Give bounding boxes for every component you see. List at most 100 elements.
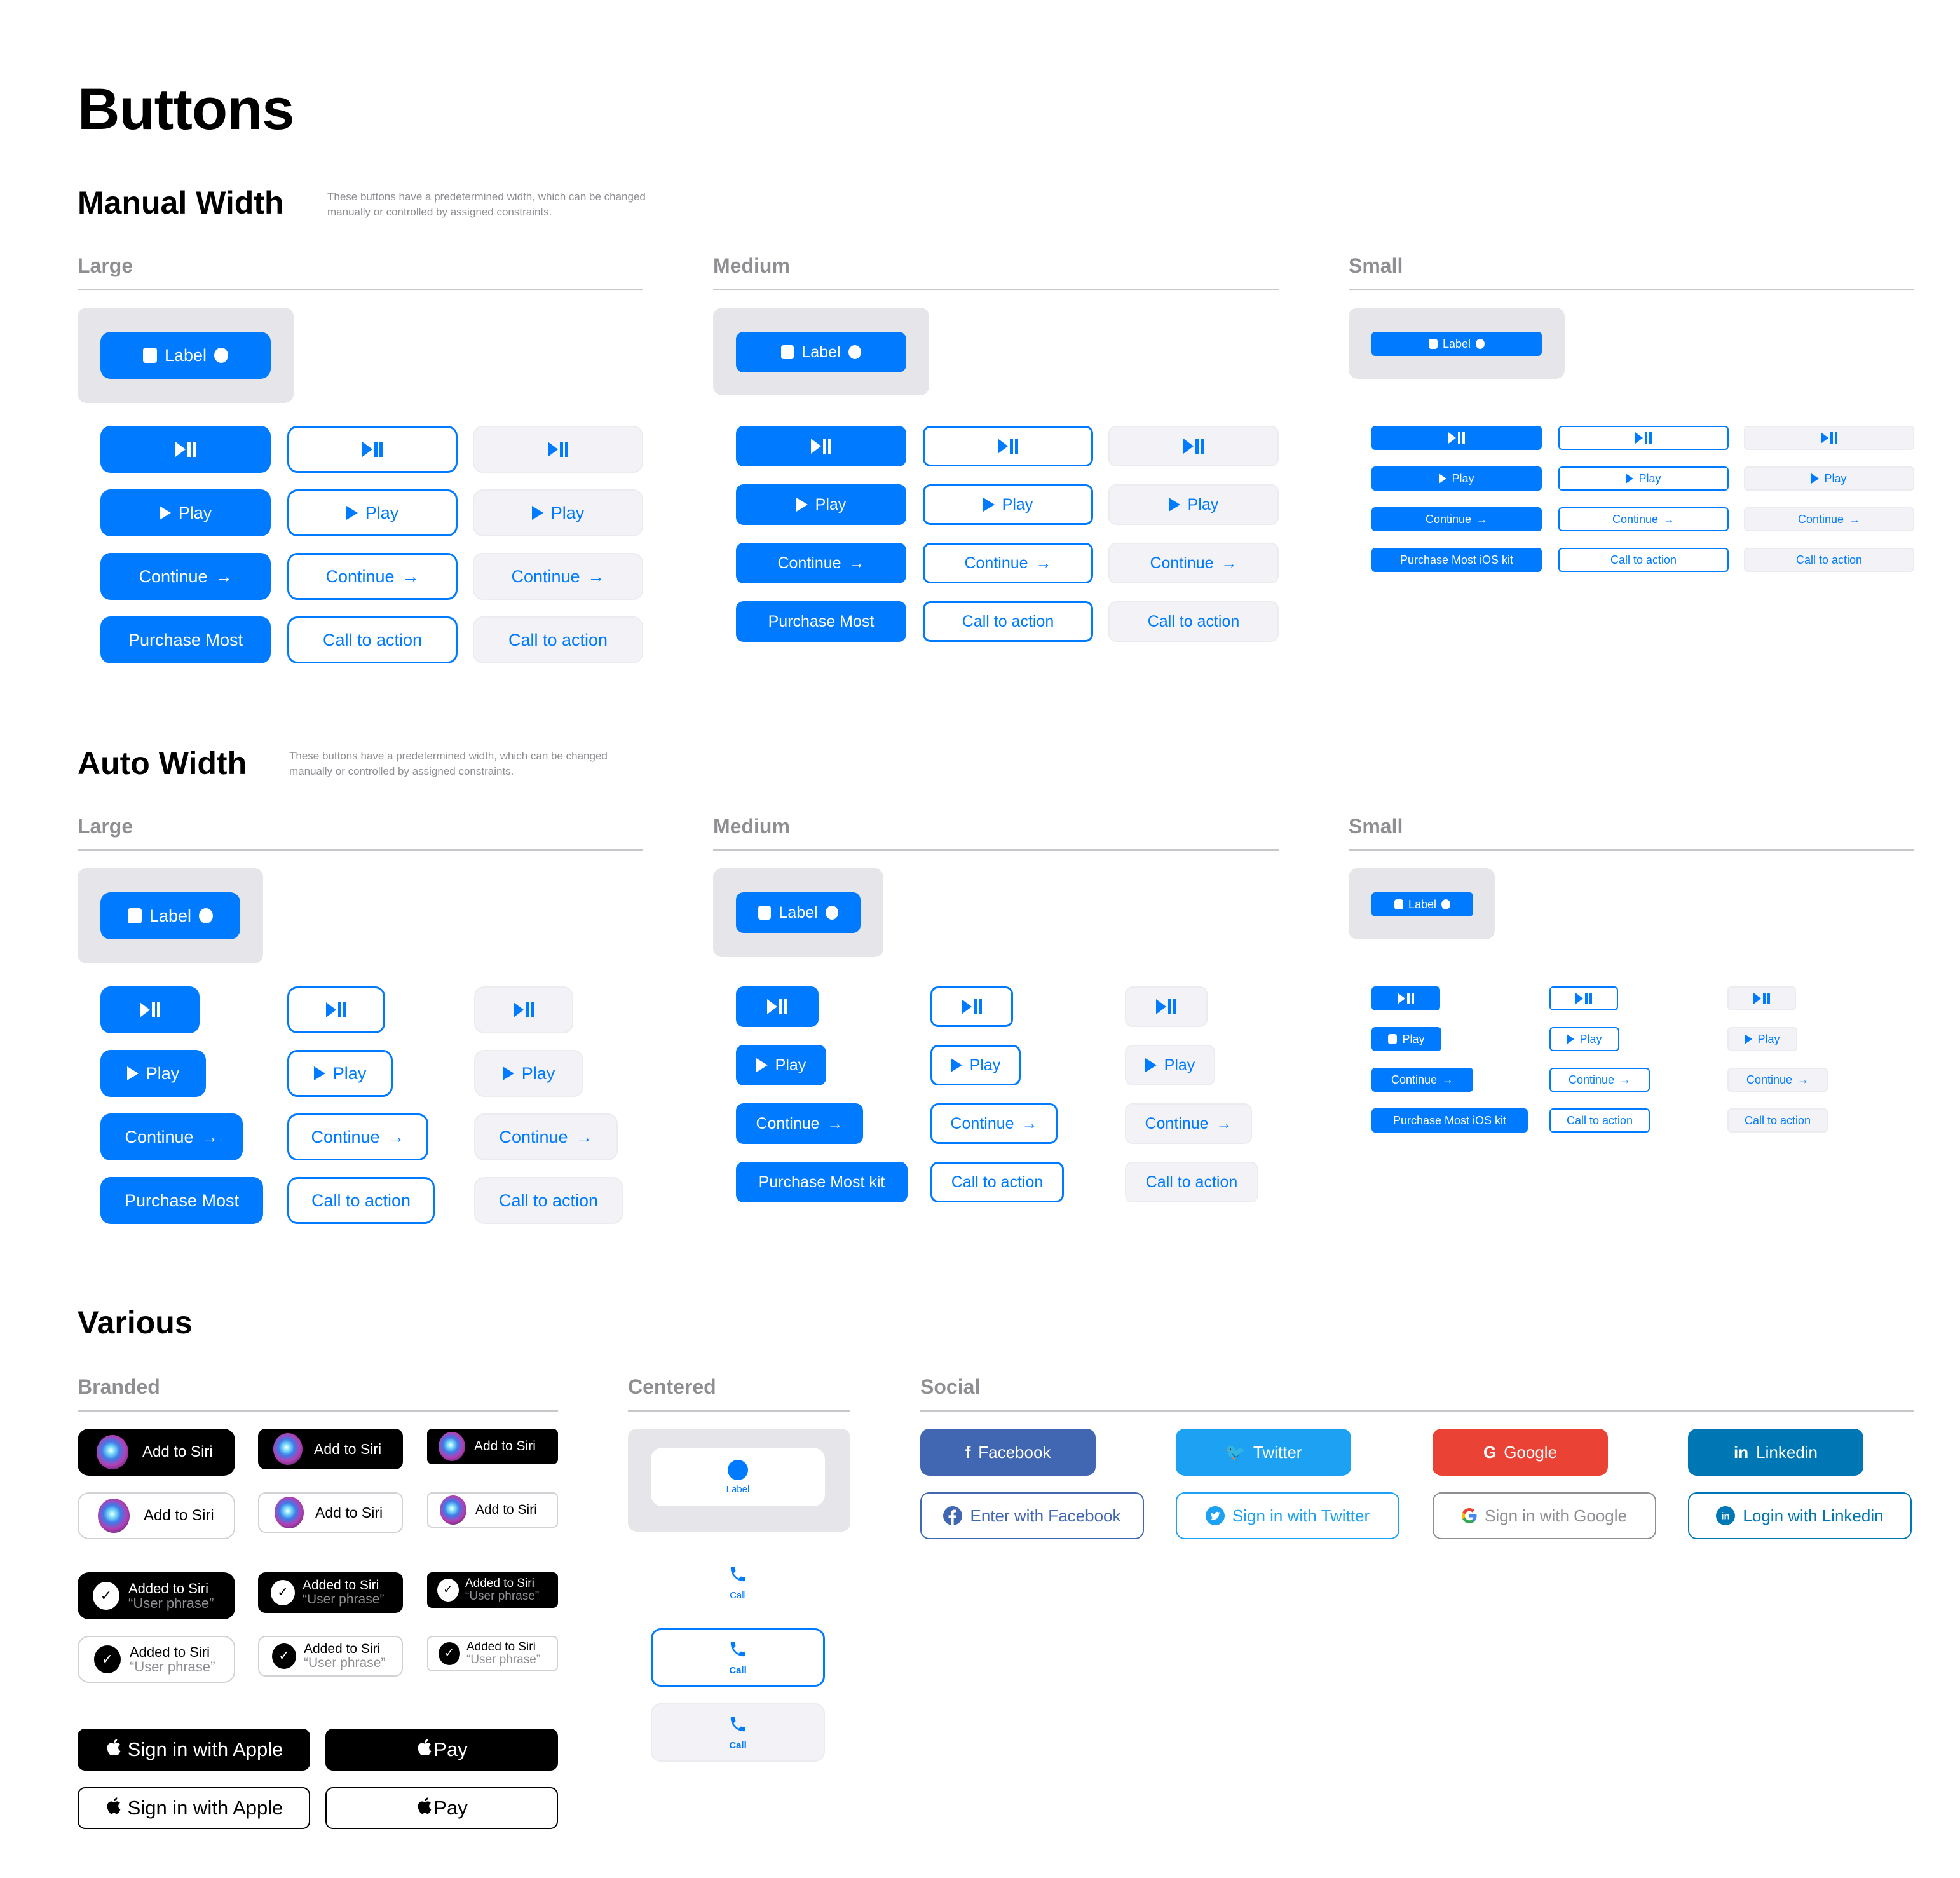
call-button-outlined[interactable]: Call [651, 1628, 825, 1687]
outlined-play-button[interactable]: Play [287, 489, 458, 536]
tinted-play-button[interactable]: Play [1108, 484, 1279, 525]
add-to-siri-button-light[interactable]: Add to Siri [427, 1492, 558, 1528]
tinted-play-pause-button[interactable] [473, 426, 643, 473]
google-signin-button[interactable]: Sign in with Google [1433, 1492, 1656, 1539]
outlined-play-pause-button[interactable] [287, 986, 385, 1033]
tinted-call-to-action-button[interactable]: Call to action [1744, 548, 1914, 572]
outlined-call-to-action-button[interactable]: Call to action [930, 1162, 1064, 1202]
outlined-continue-button[interactable]: Continue → [287, 553, 458, 600]
tinted-play-button[interactable]: Play [473, 489, 643, 536]
filled-play-pause-button[interactable] [736, 986, 819, 1027]
purchase-button[interactable]: Purchase Most [100, 616, 271, 663]
outlined-continue-button[interactable]: Continue → [930, 1103, 1058, 1144]
add-to-siri-button-dark[interactable]: Add to Siri [78, 1429, 235, 1476]
label-button[interactable]: Label [100, 332, 271, 379]
outlined-play-button[interactable]: Play [1549, 1027, 1619, 1051]
filled-play-pause-button[interactable] [736, 426, 906, 466]
tinted-play-button[interactable]: Play [1744, 466, 1914, 491]
tinted-continue-button[interactable]: Continue → [474, 1113, 618, 1160]
tinted-play-pause-button[interactable] [1727, 986, 1796, 1010]
outlined-continue-button[interactable]: Continue → [287, 1113, 428, 1160]
filled-continue-button[interactable]: Continue → [100, 1113, 243, 1160]
tinted-play-button[interactable]: Play [1727, 1027, 1797, 1051]
label-button[interactable]: Label [1371, 892, 1473, 916]
purchase-button[interactable]: Purchase Most kit [736, 1162, 908, 1202]
filled-play-button[interactable]: Play [100, 489, 271, 536]
tinted-continue-button[interactable]: Continue → [1727, 1068, 1828, 1092]
label-button[interactable]: Label [736, 892, 861, 933]
add-to-siri-button-light[interactable]: Add to Siri [258, 1492, 403, 1533]
google-button[interactable]: G Google [1433, 1429, 1608, 1476]
outlined-play-button[interactable]: Play [923, 484, 1093, 525]
filled-continue-button[interactable]: Continue → [736, 543, 906, 583]
filled-play-button[interactable]: Play [736, 484, 906, 525]
added-to-siri-button-light[interactable]: ✓ Added to Siri “User phrase” [258, 1636, 403, 1677]
outlined-call-to-action-button[interactable]: Call to action [923, 601, 1093, 642]
tinted-call-to-action-button[interactable]: Call to action [1108, 601, 1279, 642]
tinted-continue-button[interactable]: Continue → [473, 553, 643, 600]
outlined-call-to-action-button[interactable]: Call to action [1558, 548, 1729, 572]
added-to-siri-button-dark[interactable]: ✓ Added to Siri “User phrase” [258, 1572, 403, 1613]
filled-play-pause-button[interactable] [1371, 986, 1440, 1010]
tinted-play-button[interactable]: Play [474, 1050, 583, 1097]
call-button-tinted[interactable]: Call [651, 1703, 825, 1762]
outlined-play-pause-button[interactable] [1549, 986, 1618, 1010]
filled-play-button[interactable]: Play [100, 1050, 206, 1097]
tinted-play-pause-button[interactable] [474, 986, 573, 1033]
outlined-call-to-action-button[interactable]: Call to action [287, 616, 458, 663]
label-button[interactable]: Label [100, 892, 240, 939]
outlined-call-to-action-button[interactable]: Call to action [1549, 1108, 1650, 1133]
outlined-play-pause-button[interactable] [287, 426, 458, 473]
filled-play-pause-button[interactable] [100, 986, 200, 1033]
filled-continue-button[interactable]: Continue → [1371, 507, 1542, 531]
outlined-play-button[interactable]: Play [1558, 466, 1729, 491]
facebook-button[interactable]: f Facebook [920, 1429, 1096, 1476]
sign-in-with-apple-button-dark[interactable]: Sign in with Apple [78, 1729, 310, 1771]
apple-pay-button-light[interactable]: Pay [325, 1787, 558, 1829]
filled-play-pause-button[interactable] [1371, 426, 1542, 450]
added-to-siri-button-light[interactable]: ✓ Added to Siri “User phrase” [427, 1636, 558, 1671]
apple-pay-button-dark[interactable]: Pay [325, 1729, 558, 1771]
label-button[interactable]: Label [736, 332, 906, 372]
outlined-call-to-action-button[interactable]: Call to action [287, 1177, 435, 1224]
tinted-play-pause-button[interactable] [1125, 986, 1208, 1027]
outlined-continue-button[interactable]: Continue → [923, 543, 1093, 583]
outlined-play-button[interactable]: Play [930, 1045, 1021, 1085]
outlined-play-pause-button[interactable] [930, 986, 1013, 1027]
label-button[interactable]: Label [1371, 332, 1542, 356]
purchase-button[interactable]: Purchase Most [736, 601, 906, 642]
added-to-siri-button-light[interactable]: ✓ Added to Siri “User phrase” [78, 1636, 235, 1683]
centered-label-button[interactable]: Label [651, 1448, 825, 1506]
filled-continue-button[interactable]: Continue → [736, 1103, 863, 1144]
tinted-call-to-action-button[interactable]: Call to action [473, 616, 643, 663]
tinted-continue-button[interactable]: Continue → [1744, 507, 1914, 531]
tinted-play-pause-button[interactable] [1744, 426, 1914, 450]
tinted-continue-button[interactable]: Continue → [1125, 1103, 1252, 1144]
sign-in-with-apple-button-light[interactable]: Sign in with Apple [78, 1787, 310, 1829]
outlined-play-pause-button[interactable] [1558, 426, 1729, 450]
tinted-call-to-action-button[interactable]: Call to action [1125, 1162, 1258, 1202]
added-to-siri-button-dark[interactable]: ✓ Added to Siri “User phrase” [78, 1572, 235, 1619]
twitter-signin-button[interactable]: Sign in with Twitter [1176, 1492, 1399, 1539]
call-button-plain[interactable]: Call [651, 1556, 825, 1609]
linkedin-button[interactable]: in Linkedin [1688, 1429, 1863, 1476]
filled-play-button[interactable]: Play [1371, 1027, 1441, 1051]
add-to-siri-button-dark[interactable]: Add to Siri [427, 1429, 558, 1464]
added-to-siri-button-dark[interactable]: ✓ Added to Siri “User phrase” [427, 1572, 558, 1608]
tinted-call-to-action-button[interactable]: Call to action [474, 1177, 623, 1224]
twitter-button[interactable]: 🐦 Twitter [1176, 1429, 1351, 1476]
outlined-play-pause-button[interactable] [923, 426, 1093, 466]
filled-play-button[interactable]: Play [736, 1045, 826, 1085]
linkedin-signin-button[interactable]: in Login with Linkedin [1688, 1492, 1912, 1539]
filled-play-pause-button[interactable] [100, 426, 271, 473]
tinted-play-pause-button[interactable] [1108, 426, 1279, 466]
outlined-play-button[interactable]: Play [287, 1050, 393, 1097]
outlined-continue-button[interactable]: Continue → [1558, 507, 1729, 531]
tinted-play-button[interactable]: Play [1125, 1045, 1215, 1085]
filled-continue-button[interactable]: Continue → [100, 553, 271, 600]
add-to-siri-button-dark[interactable]: Add to Siri [258, 1429, 403, 1469]
purchase-button[interactable]: Purchase Most iOS kit [1371, 548, 1542, 572]
tinted-call-to-action-button[interactable]: Call to action [1727, 1108, 1828, 1133]
tinted-continue-button[interactable]: Continue → [1108, 543, 1279, 583]
purchase-button[interactable]: Purchase Most [100, 1177, 263, 1224]
